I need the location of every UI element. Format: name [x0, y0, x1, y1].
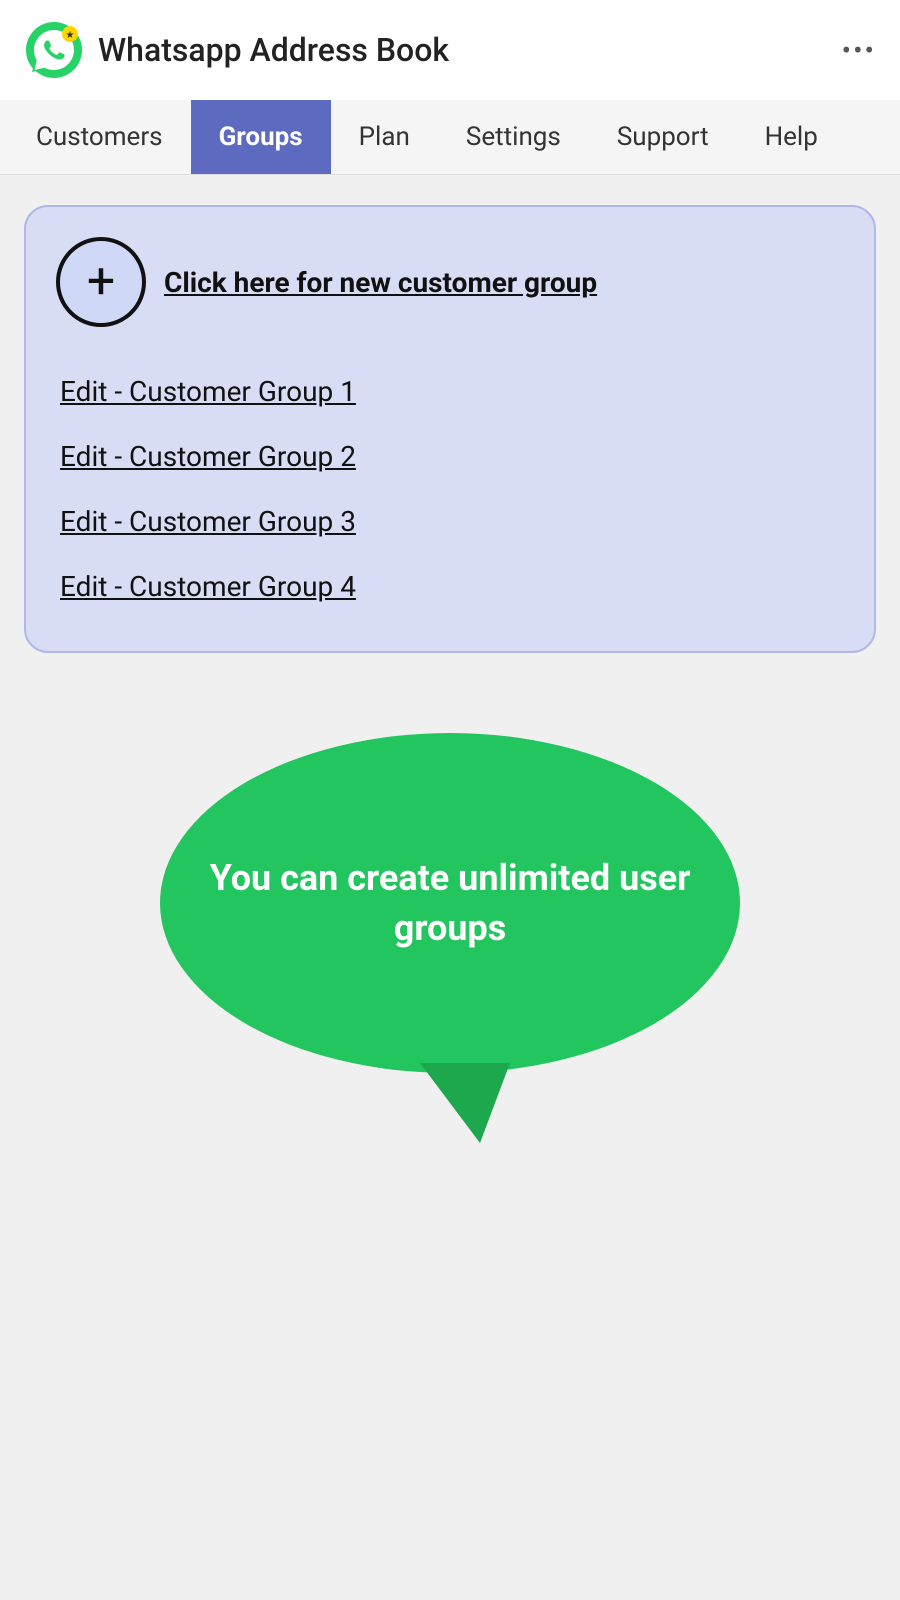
- new-group-button[interactable]: + Click here for new customer group: [56, 237, 844, 327]
- nav-plan[interactable]: Plan: [331, 100, 438, 174]
- new-group-label: Click here for new customer group: [164, 266, 597, 299]
- promo-bubble-text: You can create unlimited user groups: [190, 853, 710, 954]
- group-link-3[interactable]: Edit - Customer Group 3: [60, 493, 844, 550]
- main-content: + Click here for new customer group Edit…: [0, 175, 900, 1103]
- group-link-4[interactable]: Edit - Customer Group 4: [60, 558, 844, 615]
- promo-bubble: You can create unlimited user groups: [160, 733, 740, 1073]
- group-link-1[interactable]: Edit - Customer Group 1: [60, 363, 844, 420]
- nav-groups[interactable]: Groups: [191, 100, 331, 174]
- svg-text:★: ★: [66, 30, 75, 41]
- app-title: Whatsapp Address Book: [98, 31, 449, 69]
- nav-support[interactable]: Support: [589, 100, 737, 174]
- promo-bubble-container: You can create unlimited user groups: [24, 733, 876, 1073]
- header-left: ★ Whatsapp Address Book: [24, 20, 449, 80]
- groups-card: + Click here for new customer group Edit…: [24, 205, 876, 653]
- group-links-list: Edit - Customer Group 1 Edit - Customer …: [56, 363, 844, 615]
- app-logo: ★: [24, 20, 84, 80]
- group-link-2[interactable]: Edit - Customer Group 2: [60, 428, 844, 485]
- header: ★ Whatsapp Address Book •••: [0, 0, 900, 100]
- nav-help[interactable]: Help: [737, 100, 846, 174]
- navigation: Customers Groups Plan Settings Support H…: [0, 100, 900, 175]
- menu-button[interactable]: •••: [842, 34, 876, 67]
- nav-customers[interactable]: Customers: [8, 100, 191, 174]
- nav-settings[interactable]: Settings: [438, 100, 589, 174]
- plus-icon: +: [87, 257, 115, 307]
- plus-circle-icon: +: [56, 237, 146, 327]
